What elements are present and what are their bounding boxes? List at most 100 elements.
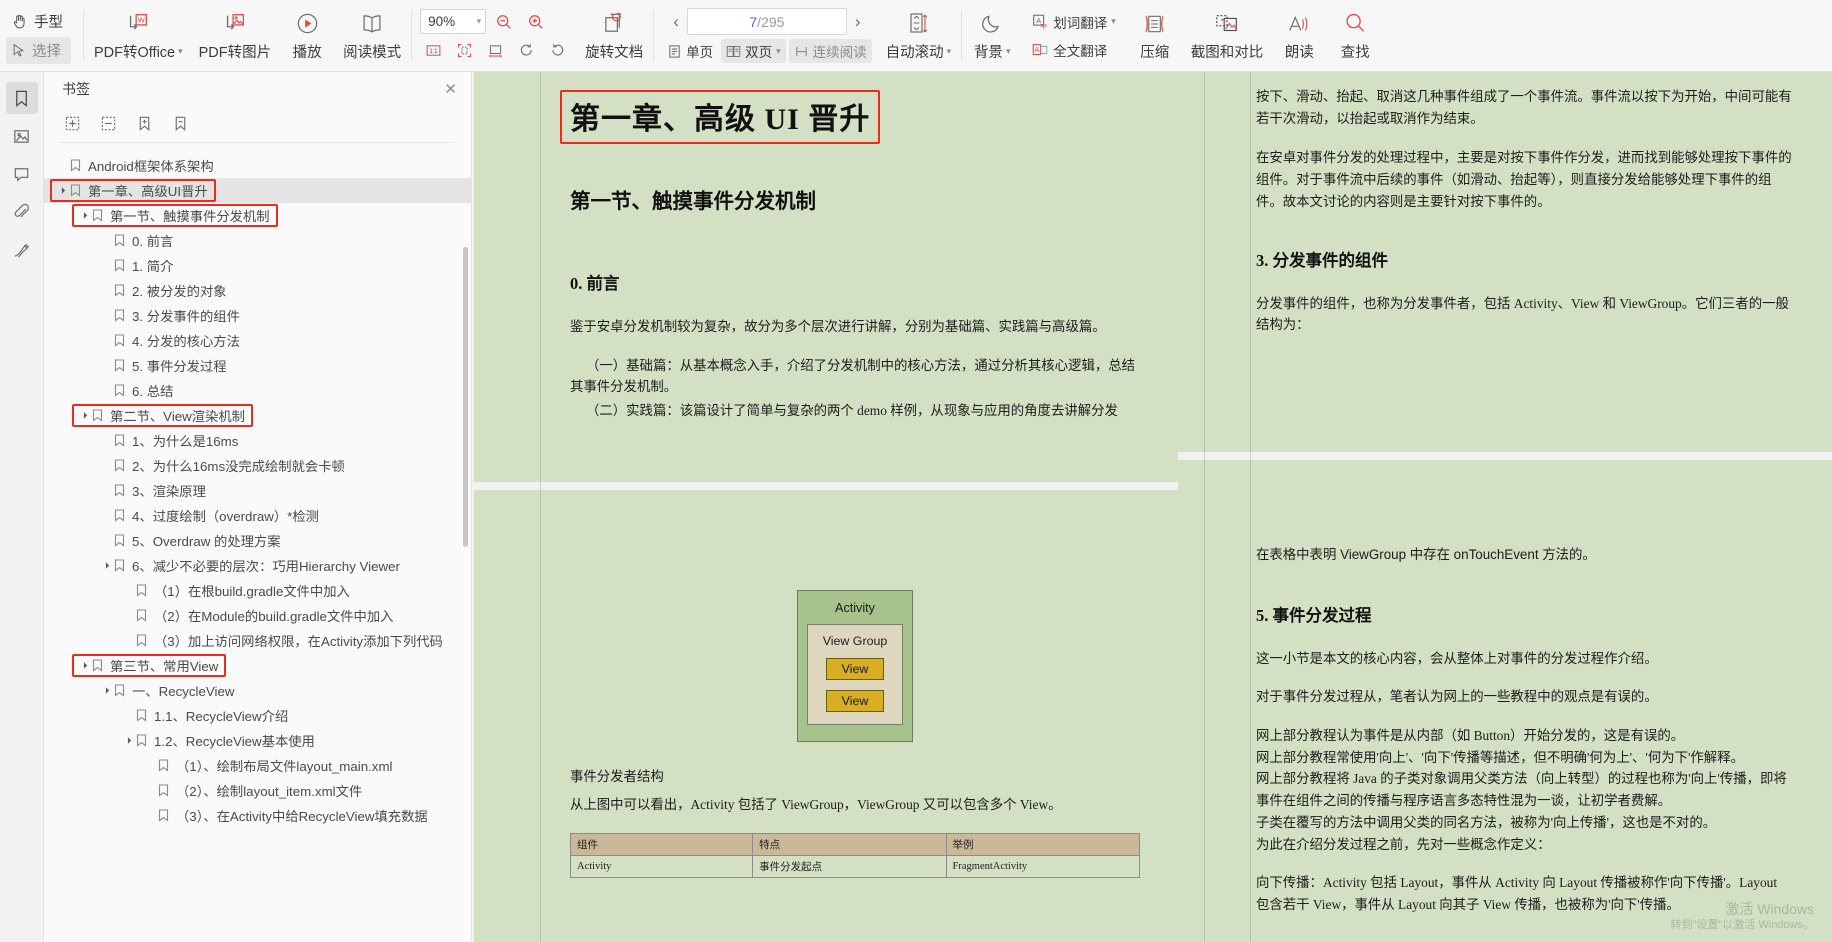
right-paragraph-6: 对于事件分发过程从，笔者认为网上的一些教程中的观点是有误的。 — [1256, 689, 1658, 705]
bookmark-icon — [112, 359, 127, 372]
compress-icon — [1141, 10, 1168, 38]
bookmark-item[interactable]: Android框架体系架构 — [44, 153, 471, 178]
bookmark-item[interactable]: 3、渲染原理 — [44, 478, 471, 503]
search-icon — [1343, 10, 1368, 38]
screenshot-compare-button[interactable]: 截图和对比 — [1183, 0, 1272, 71]
bookmark-item[interactable]: 3. 分发事件的组件 — [44, 303, 471, 328]
play-icon — [295, 10, 320, 38]
bookmark-tree[interactable]: Android框架体系架构 ◢ 第一章、高级UI晋升 ◢ 第一节、触摸事件分发机制 0. … — [44, 147, 471, 942]
zoom-level-select[interactable]: 90% ▾ — [420, 9, 487, 34]
bookmark-item[interactable]: ◢ 第一节、触摸事件分发机制 — [44, 203, 471, 228]
background-button[interactable]: 背景 ▾ — [964, 0, 1020, 71]
translate-group: A 中 划词翻译 ▾ A 全文翻译 — [1020, 0, 1127, 71]
bookmark-item[interactable]: 5. 事件分发过程 — [44, 353, 471, 378]
bookmark-item[interactable]: ◢ 1.2、RecycleView基本使用 — [44, 728, 471, 753]
bookmark-item-label: 3. 分发事件的组件 — [132, 309, 240, 324]
diagram-view-1: View — [826, 657, 884, 680]
rotate-clockwise-button[interactable] — [513, 38, 540, 62]
chevron-down-icon[interactable]: ◢ — [55, 184, 68, 197]
bookmark-item[interactable]: （1）在根build.gradle文件中加入 — [44, 578, 471, 603]
right-paragraph-3: 分发事件的组件，也称为分发事件者，包括 Activity、View 和 View… — [1256, 295, 1789, 333]
chevron-down-icon[interactable]: ◢ — [77, 659, 90, 672]
bookmark-item[interactable]: 1、为什么是16ms — [44, 428, 471, 453]
document-viewport[interactable]: 第一章、高级 UI 晋升 第一节、触摸事件分发机制 0. 前言 鉴于安卓分发机制… — [472, 72, 1832, 942]
previous-page-button[interactable]: ‹ — [665, 12, 687, 32]
rail-thumbnail-button[interactable] — [6, 120, 38, 152]
page-margin-line — [1204, 72, 1205, 942]
heading-0-preface: 0. 前言 — [570, 274, 620, 293]
bookmark-item[interactable]: 2、为什么16ms没完成绘制就会卡顿 — [44, 453, 471, 478]
auto-scroll-button[interactable]: 自动滚动 ▾ — [878, 0, 960, 71]
bookmark-scrollbar[interactable] — [463, 247, 468, 547]
rotate-counterclockwise-button[interactable] — [544, 38, 571, 62]
bookmark-item[interactable]: 2. 被分发的对象 — [44, 278, 471, 303]
bookmark-icon — [112, 684, 127, 697]
pdf-to-image-button[interactable]: PDF转图片 — [191, 0, 280, 71]
rail-bookmark-button[interactable] — [5, 82, 38, 114]
full-translate-button[interactable]: A 全文翻译 — [1026, 38, 1112, 62]
pdf-reader-window: 手型 选择 W PDF转Office ▾ PDF转图片 播放 阅读模式 90% … — [0, 0, 1832, 942]
next-page-button[interactable]: › — [847, 12, 869, 32]
chevron-down-icon[interactable]: ◢ — [99, 684, 112, 697]
collapse-all-icon[interactable] — [98, 113, 118, 133]
bookmark-item[interactable]: ◢ 第三节、常用View — [44, 653, 471, 678]
chevron-down-icon[interactable]: ◢ — [121, 734, 134, 747]
play-button[interactable]: 播放 — [279, 0, 335, 71]
bookmark-item-label: 1. 简介 — [132, 259, 174, 274]
compress-button[interactable]: 压缩 — [1127, 0, 1183, 71]
rail-attachment-button[interactable] — [6, 196, 38, 228]
continuous-read-button[interactable]: 连续阅读 — [788, 39, 872, 63]
bookmark-item-label: 3、渲染原理 — [132, 484, 206, 499]
fit-page-button[interactable] — [451, 38, 478, 62]
bookmark-item[interactable]: 4、过度绘制（overdraw）*检测 — [44, 503, 471, 528]
bookmark-panel-title: 书签 — [62, 81, 90, 97]
bookmark-item-label: 0. 前言 — [132, 234, 174, 249]
heading-5-dispatch-process: 5. 事件分发过程 — [1256, 605, 1372, 625]
rotate-document-button[interactable]: 旋转文档 — [577, 0, 651, 71]
screenshot-compare-icon — [1214, 10, 1240, 38]
bookmark-item[interactable]: 1. 简介 — [44, 253, 471, 278]
close-icon[interactable]: ✕ — [444, 82, 457, 97]
rail-signature-button[interactable] — [6, 234, 38, 266]
bookmark-item[interactable]: 5、Overdraw 的处理方案 — [44, 528, 471, 553]
chevron-down-icon[interactable]: ◢ — [77, 209, 90, 222]
zoom-in-button[interactable] — [522, 10, 550, 34]
add-bookmark-icon[interactable] — [134, 113, 154, 133]
bookmark-icon — [112, 534, 127, 547]
single-page-button[interactable]: 单页 — [662, 39, 718, 63]
read-aloud-button[interactable]: 朗读 — [1271, 0, 1327, 71]
expand-all-icon[interactable] — [62, 113, 82, 133]
zoom-out-button[interactable] — [490, 10, 518, 34]
bookmark-item[interactable]: ◢ 第一章、高级UI晋升 — [44, 178, 471, 203]
actual-size-button[interactable]: 1:1 — [420, 38, 447, 62]
page-number-input[interactable]: 7/295 — [686, 8, 847, 35]
bookmark-item-label: 一、RecycleView — [132, 684, 235, 699]
delete-bookmark-icon[interactable] — [170, 113, 190, 133]
paragraph-2: （一）基础篇：从基本概念入手，介绍了分发机制中的核心方法，通过分析其核心逻辑，总… — [570, 357, 1136, 395]
bookmark-item[interactable]: （3）、在Activity中给RecycleView填充数据 — [44, 803, 471, 828]
bookmark-item[interactable]: 6. 总结 — [44, 378, 471, 403]
pdf-to-office-button[interactable]: W PDF转Office ▾ — [86, 0, 191, 71]
bookmark-item[interactable]: 1.1、RecycleView介绍 — [44, 703, 471, 728]
select-mode-button[interactable]: 选择 — [6, 36, 71, 64]
bookmark-item[interactable]: 4. 分发的核心方法 — [44, 328, 471, 353]
bookmark-item[interactable]: ◢ 第二节、View渲染机制 — [44, 403, 471, 428]
find-button[interactable]: 查找 — [1327, 0, 1383, 71]
bookmark-item[interactable]: （3）加上访问网络权限，在Activity添加下列代码 — [44, 628, 471, 653]
bookmark-item[interactable]: （2）在Module的build.gradle文件中加入 — [44, 603, 471, 628]
double-page-button[interactable]: 双页 ▾ — [721, 39, 786, 63]
chevron-down-icon[interactable]: ◢ — [99, 559, 112, 572]
bookmark-item[interactable]: （2）、绘制layout_item.xml文件 — [44, 778, 471, 803]
word-translate-button[interactable]: A 中 划词翻译 ▾ — [1026, 10, 1121, 34]
read-mode-button[interactable]: 阅读模式 — [335, 0, 409, 71]
fit-width-button[interactable] — [482, 38, 509, 62]
bookmark-item[interactable]: ◢ 6、减少不必要的层次：巧用Hierarchy Viewer — [44, 553, 471, 578]
hand-mode-button[interactable]: 手型 — [6, 8, 71, 35]
bookmark-item-label: 6、减少不必要的层次：巧用Hierarchy Viewer — [132, 559, 400, 574]
bookmark-item[interactable]: ◢ 一、RecycleView — [44, 678, 471, 703]
chevron-down-icon[interactable]: ◢ — [77, 409, 90, 422]
bookmark-item[interactable]: （1）、绘制布局文件layout_main.xml — [44, 753, 471, 778]
bookmark-item[interactable]: 0. 前言 — [44, 228, 471, 253]
rail-comment-button[interactable] — [6, 158, 38, 190]
current-page-value: 7 — [749, 13, 758, 30]
